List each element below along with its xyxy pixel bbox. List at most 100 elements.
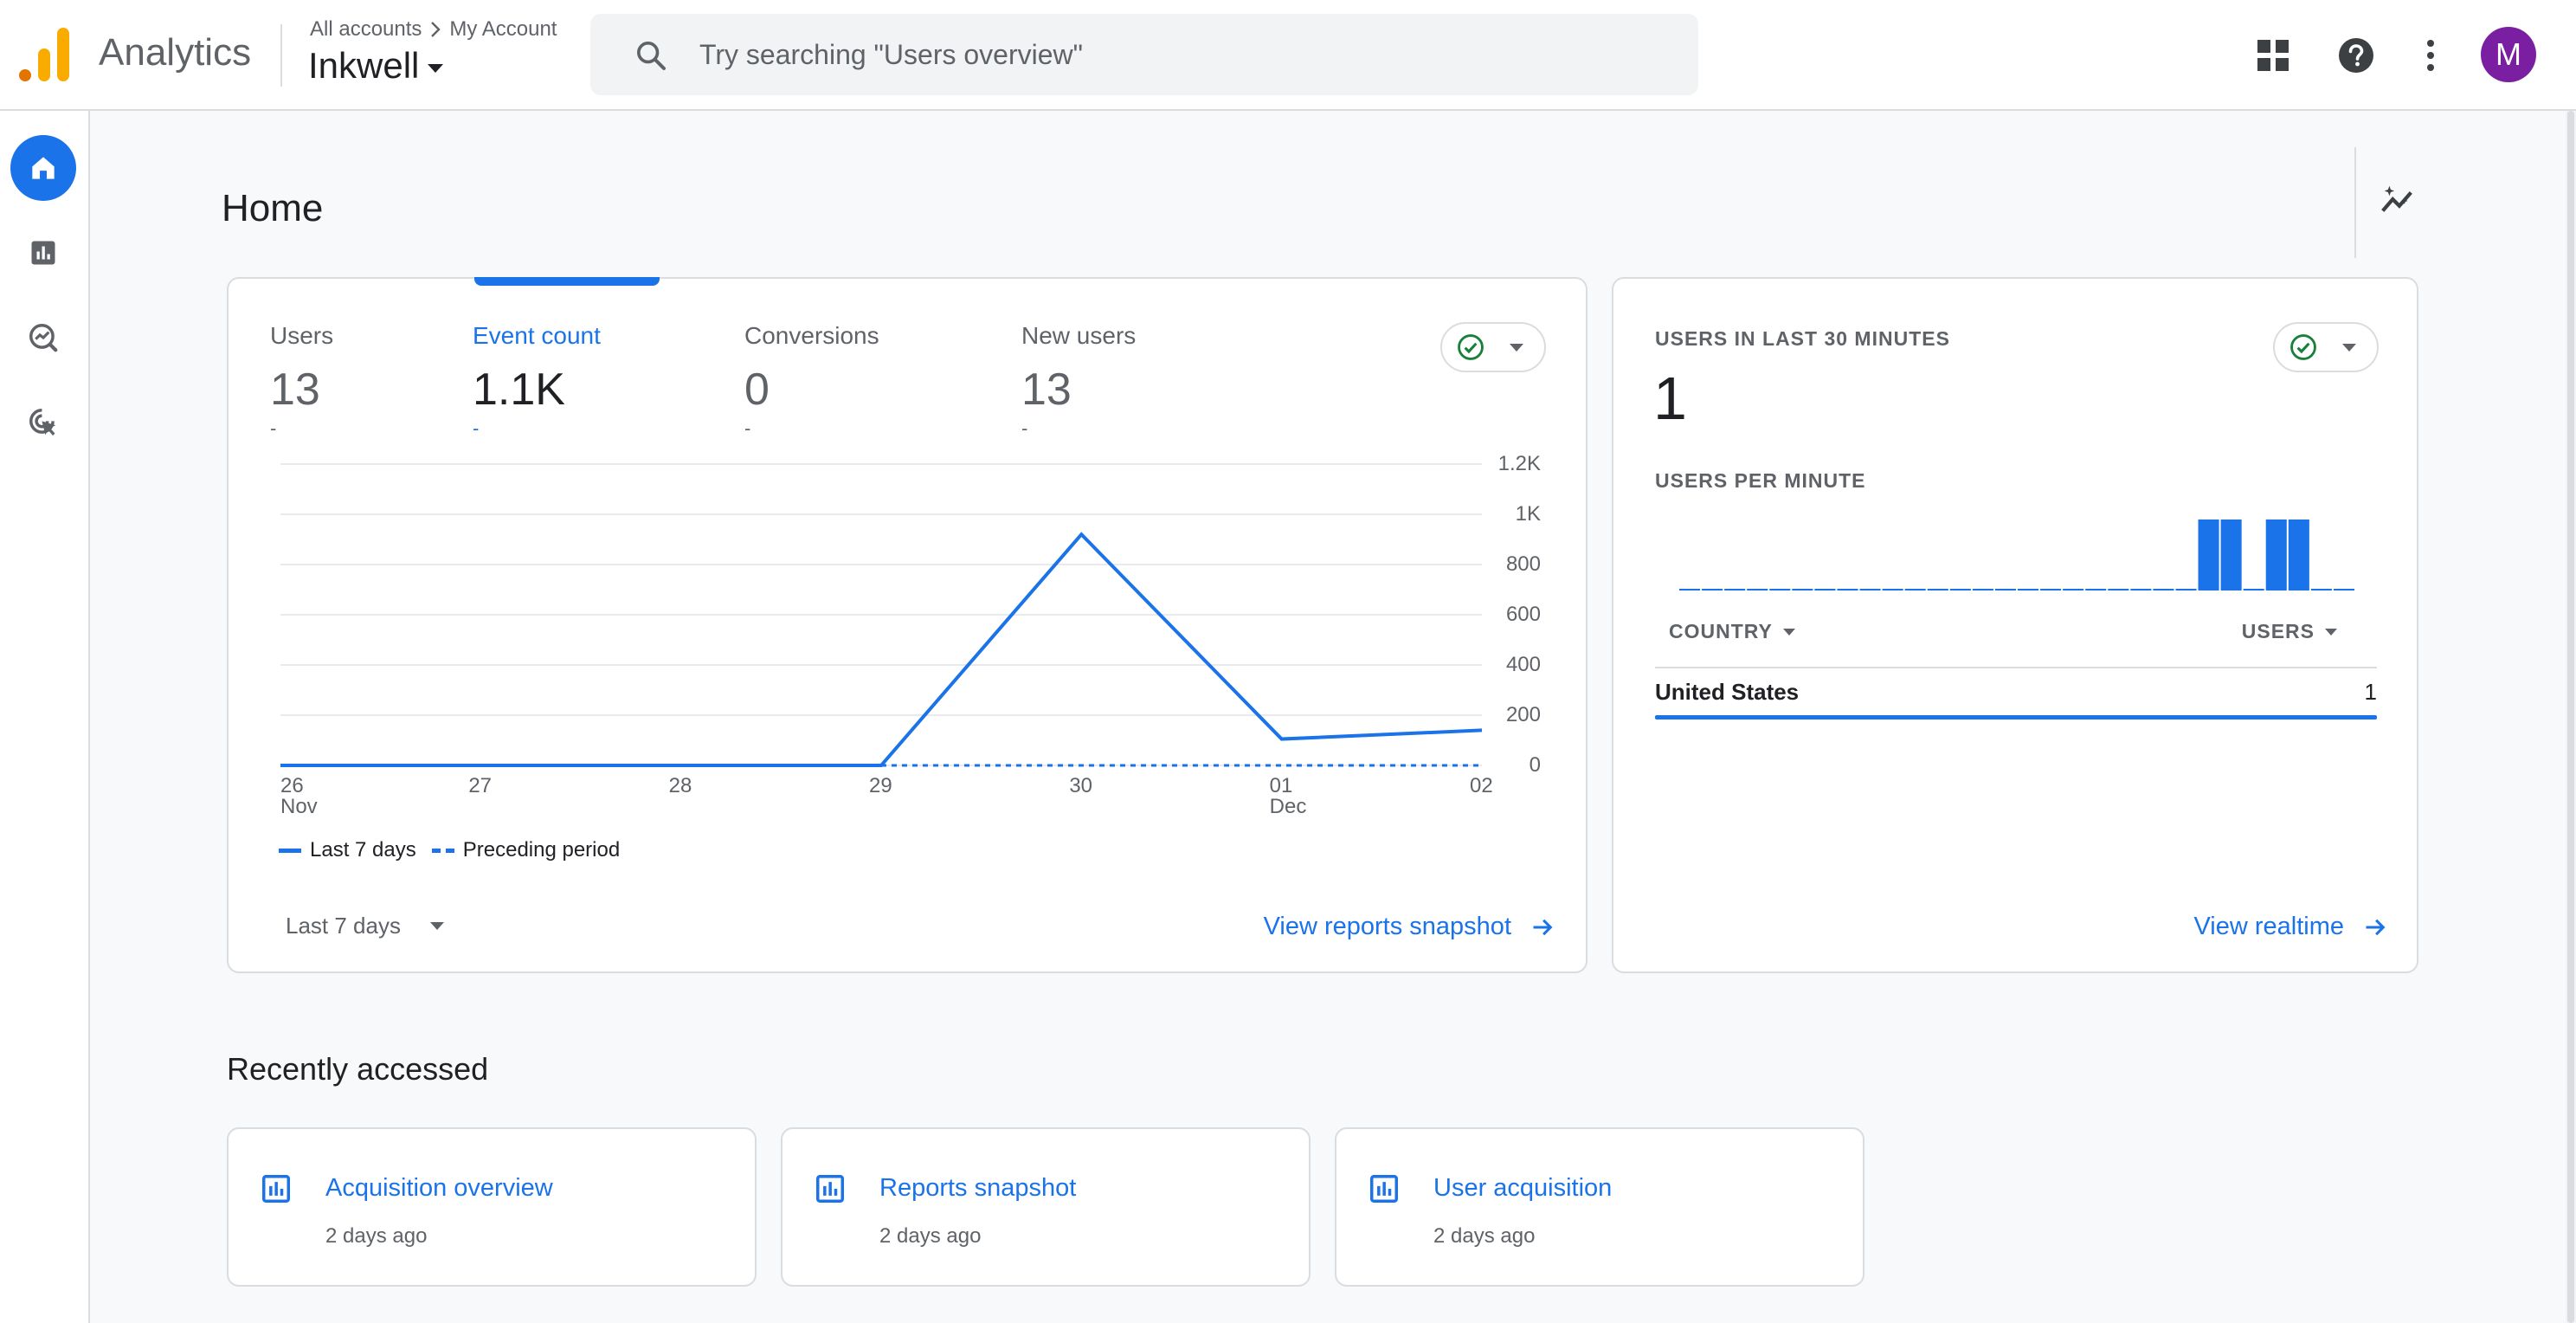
minute-bar xyxy=(1814,589,1836,591)
apps-button[interactable] xyxy=(2240,23,2306,88)
chart-legend: Last 7 days Preceding period xyxy=(279,838,620,862)
x-tick-label: 29 xyxy=(869,774,892,797)
caret-down-icon xyxy=(1782,628,1795,636)
overview-card: Users 13 - Event count 1.1K - Conversion… xyxy=(227,277,1587,973)
nav-home[interactable] xyxy=(10,135,76,201)
minute-bar xyxy=(1837,589,1858,591)
insights-icon xyxy=(2381,185,2412,212)
minute-bar xyxy=(2198,520,2219,591)
table-row-bar xyxy=(1655,715,2377,720)
legend-previous: Preceding period xyxy=(462,838,621,862)
caret-down-icon xyxy=(2342,343,2356,352)
nav-reports[interactable] xyxy=(10,220,76,286)
help-button[interactable] xyxy=(2323,23,2389,88)
minute-bar xyxy=(1994,589,2016,591)
recent-item-time: 2 days ago xyxy=(1433,1224,1536,1248)
breadcrumb-root[interactable]: All accounts xyxy=(310,17,422,42)
table-divider xyxy=(1655,667,2377,668)
x-tick-label: 02 xyxy=(1470,774,1493,797)
avatar[interactable]: M xyxy=(2481,27,2536,82)
more-options-button[interactable] xyxy=(2398,23,2463,88)
search-bar[interactable] xyxy=(590,14,1698,95)
check-circle-icon xyxy=(2290,334,2316,360)
top-app-bar: Analytics All accounts My Account Inkwel… xyxy=(0,0,2576,111)
caret-down-icon xyxy=(2325,628,2337,636)
users-per-minute-label: USERS PER MINUTE xyxy=(1655,469,1866,492)
minute-bar xyxy=(1679,589,1701,591)
minute-bar xyxy=(2288,520,2309,591)
realtime-card: USERS IN LAST 30 MINUTES 1 USERS PER MIN… xyxy=(1612,277,2418,973)
breadcrumb-account[interactable]: My Account xyxy=(449,17,557,42)
minute-bar xyxy=(1702,589,1723,591)
x-tick-label: 27 xyxy=(468,774,493,797)
minute-bar xyxy=(2040,589,2062,591)
table-row-country: United States xyxy=(1655,679,1800,705)
date-range-selector[interactable]: Last 7 days xyxy=(286,913,444,939)
minute-bar xyxy=(1859,589,1881,591)
scrollbar[interactable] xyxy=(2566,111,2576,1323)
minute-bar xyxy=(2333,589,2354,591)
recent-item-title: Acquisition overview xyxy=(325,1174,553,1202)
minute-bar xyxy=(1747,589,1768,591)
minute-bar xyxy=(2175,589,2197,591)
event-count-chart xyxy=(280,463,1483,767)
y-tick-label: 1K xyxy=(1515,502,1541,526)
x-tick-label: 28 xyxy=(668,774,692,797)
search-input[interactable] xyxy=(699,33,1652,76)
minute-bar xyxy=(2265,520,2287,591)
view-reports-snapshot-link[interactable]: View reports snapshot xyxy=(1264,913,1555,941)
recent-item-acquisition-overview[interactable]: Acquisition overview 2 days ago xyxy=(227,1127,757,1287)
search-icon xyxy=(637,42,666,70)
minute-bar xyxy=(1724,589,1746,591)
link-label: View reports snapshot xyxy=(1263,913,1511,940)
x-tick-sublabel: Nov xyxy=(280,795,318,818)
scrollbar-thumb[interactable] xyxy=(2567,111,2574,1323)
minute-bar xyxy=(1792,589,1813,591)
users-per-minute-chart xyxy=(1679,520,2354,591)
minute-bar xyxy=(1949,589,1971,591)
column-header-country[interactable]: COUNTRY xyxy=(1669,620,1795,643)
minute-bar xyxy=(2063,589,2084,591)
recent-item-time: 2 days ago xyxy=(879,1224,982,1248)
arrow-forward-icon xyxy=(2366,919,2386,935)
x-tick-sublabel: Dec xyxy=(1269,795,1307,818)
minute-bar xyxy=(1927,589,1948,591)
title-divider xyxy=(2354,147,2356,258)
last-7-days-line xyxy=(280,532,1483,767)
x-tick-label: 30 xyxy=(1069,774,1093,797)
recently-accessed-title: Recently accessed xyxy=(227,1051,489,1087)
nav-explore[interactable] xyxy=(10,305,76,371)
minute-bar xyxy=(2130,589,2152,591)
analytics-logo[interactable] xyxy=(19,26,71,81)
report-icon xyxy=(262,1175,290,1203)
minute-bar xyxy=(2153,589,2174,591)
insights-button[interactable] xyxy=(2368,171,2427,230)
y-tick-label: 1.2K xyxy=(1497,452,1541,475)
ads-click-icon xyxy=(29,409,56,436)
minute-bar xyxy=(1904,589,1926,591)
date-range-label: Last 7 days xyxy=(286,913,401,939)
recent-item-reports-snapshot[interactable]: Reports snapshot 2 days ago xyxy=(781,1127,1311,1287)
explore-icon xyxy=(29,324,58,352)
recent-item-user-acquisition[interactable]: User acquisition 2 days ago xyxy=(1335,1127,1864,1287)
legend-dashed-swatch xyxy=(431,848,454,853)
bar-chart-icon xyxy=(31,241,55,265)
y-tick-label: 0 xyxy=(1529,753,1541,777)
minute-bar xyxy=(2220,520,2242,591)
page-title: Home xyxy=(222,187,324,229)
navigation-rail xyxy=(0,111,90,1323)
chevron-right-icon xyxy=(431,22,441,37)
property-selector[interactable]: Inkwell xyxy=(308,45,444,87)
arrow-forward-icon xyxy=(1533,919,1553,935)
nav-advertising[interactable] xyxy=(10,390,76,455)
data-quality-button[interactable] xyxy=(2273,322,2379,372)
report-icon xyxy=(816,1175,844,1203)
y-tick-label: 600 xyxy=(1505,603,1541,626)
view-realtime-link[interactable]: View realtime xyxy=(2193,913,2387,941)
home-icon xyxy=(32,157,55,179)
y-tick-label: 200 xyxy=(1505,703,1541,726)
minute-bar xyxy=(2243,589,2264,591)
legend-solid-swatch xyxy=(279,848,301,853)
column-header-users[interactable]: USERS xyxy=(2242,620,2337,643)
breadcrumb[interactable]: All accounts My Account xyxy=(310,17,557,42)
